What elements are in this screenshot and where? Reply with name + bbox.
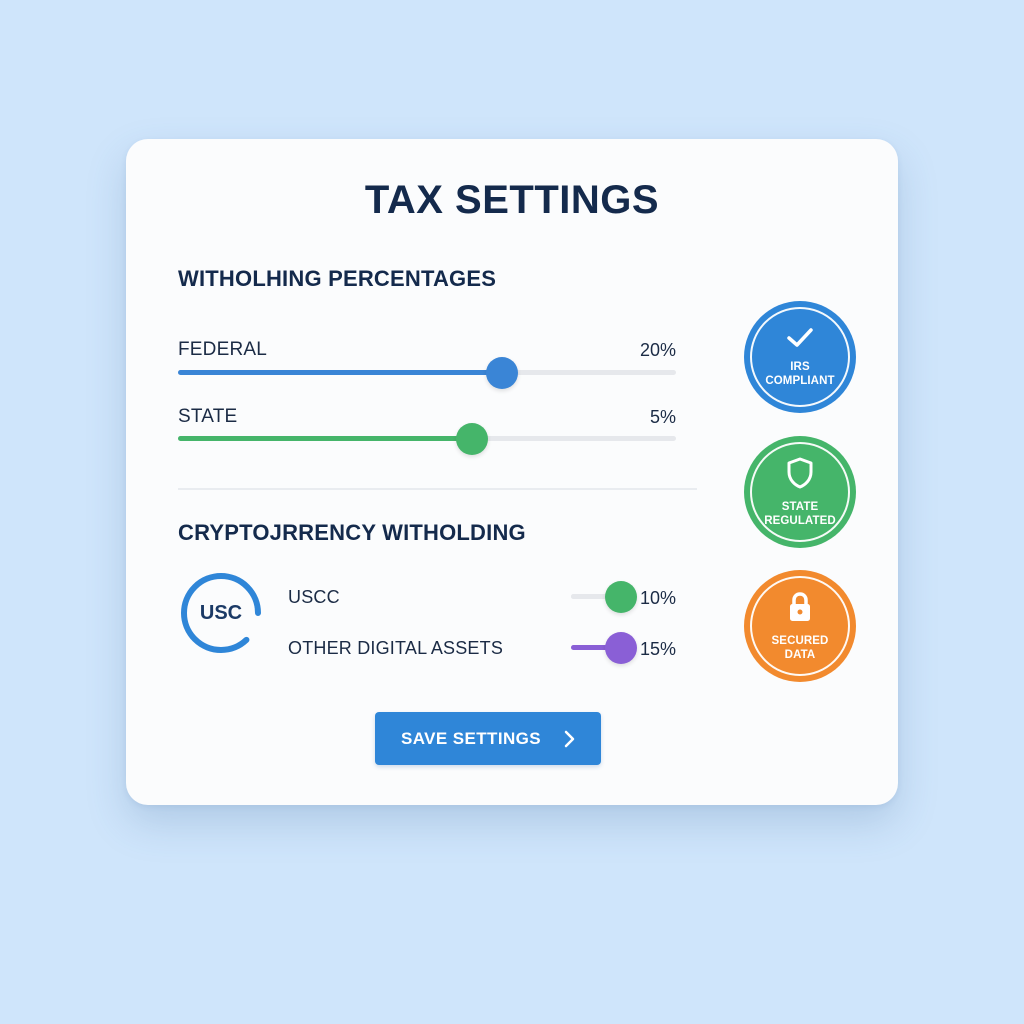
state-badge-line1: STATE — [781, 500, 819, 513]
other-assets-slider-thumb[interactable] — [605, 631, 637, 664]
save-settings-label: SAVE SETTINGS — [401, 728, 541, 748]
state-value: 5% — [649, 407, 676, 427]
withholding-heading: WITHOLHING PERCENTAGES — [178, 266, 497, 291]
secured-data-badge: SECURED DATA — [744, 570, 856, 682]
uscc-label: USCC — [288, 587, 340, 607]
irs-compliant-badge: IRS COMPLIANT — [744, 301, 856, 413]
other-assets-label: OTHER DIGITAL ASSETS — [288, 638, 504, 658]
irs-badge-line1: IRS — [790, 360, 810, 373]
lock-icon — [786, 591, 814, 628]
save-settings-button[interactable]: SAVE SETTINGS — [375, 712, 601, 765]
secured-badge-line2: DATA — [784, 648, 816, 661]
federal-value: 20% — [639, 340, 676, 360]
page-background: TAX SETTINGS WITHOLHING PERCENTAGES FEDE… — [0, 0, 1024, 1024]
check-icon — [786, 327, 814, 354]
federal-slider-fill — [178, 370, 502, 375]
state-label: STATE — [178, 406, 238, 427]
federal-label: FEDERAL — [178, 339, 268, 360]
crypto-heading: CRYPTOЈRRENCY WITHOLDING — [178, 520, 526, 545]
coin-label: USC — [199, 601, 243, 624]
state-slider[interactable] — [178, 422, 676, 455]
chevron-right-icon — [563, 730, 575, 748]
shield-icon — [786, 457, 814, 494]
federal-slider-thumb[interactable] — [485, 356, 518, 389]
state-badge-line2: REGULATED — [764, 514, 836, 527]
irs-badge-line2: COMPLIANT — [765, 374, 835, 387]
uscc-slider-thumb[interactable] — [605, 580, 637, 613]
federal-slider[interactable] — [178, 356, 676, 389]
other-assets-slider[interactable] — [571, 631, 637, 664]
uscc-value: 10% — [640, 588, 677, 608]
other-assets-value: 15% — [640, 639, 677, 659]
state-regulated-badge: STATE REGULATED — [744, 436, 856, 548]
state-slider-fill — [178, 436, 472, 441]
state-slider-thumb[interactable] — [455, 422, 488, 455]
section-divider — [178, 488, 697, 490]
page-title: TAX SETTINGS — [364, 178, 660, 222]
secured-badge-line1: SECURED — [771, 634, 829, 647]
uscc-slider[interactable] — [571, 580, 637, 613]
usc-coin-icon: USC — [179, 571, 263, 655]
